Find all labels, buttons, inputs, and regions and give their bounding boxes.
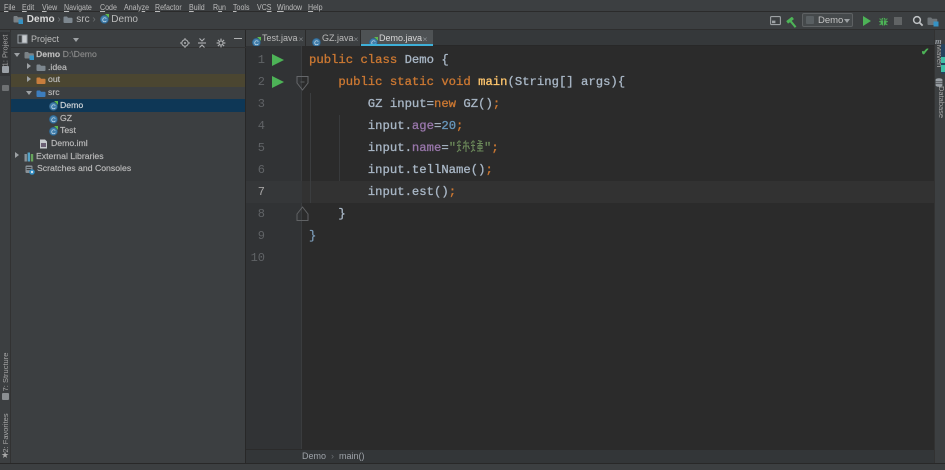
svg-text:C: C [51, 104, 56, 111]
svg-text:C: C [102, 17, 107, 24]
svg-text:C: C [51, 129, 56, 136]
svg-text:C: C [51, 117, 56, 124]
